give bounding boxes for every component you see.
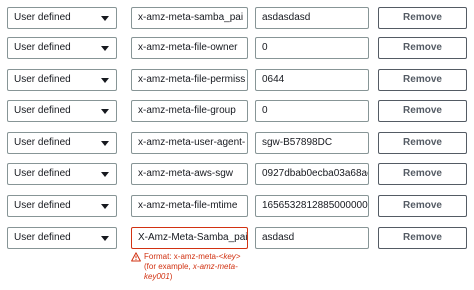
remove-button[interactable]: Remove: [378, 195, 467, 217]
caret-down-icon: [101, 204, 109, 209]
key-input-invalid[interactable]: X-Amz-Meta-Samba_pai: [131, 227, 248, 249]
metadata-row: User defined x-amz-meta-file-owner 0 Rem…: [7, 37, 467, 59]
metadata-row: User defined x-amz-meta-file-permiss 064…: [7, 69, 467, 91]
metadata-row: User defined x-amz-meta-aws-sgw 0927dbab…: [7, 163, 467, 185]
warning-icon: [131, 252, 141, 262]
type-select-value: User defined: [14, 74, 71, 85]
type-select[interactable]: User defined: [7, 100, 117, 122]
caret-down-icon: [101, 46, 109, 51]
type-select-value: User defined: [14, 232, 71, 243]
type-select-value: User defined: [14, 168, 71, 179]
key-input[interactable]: x-amz-meta-file-permiss: [131, 69, 248, 91]
value-input[interactable]: 1656532812885000000: [255, 195, 369, 217]
value-input[interactable]: asdasd: [255, 227, 369, 249]
value-input[interactable]: 0644: [255, 69, 369, 91]
key-input[interactable]: x-amz-meta-file-group: [131, 100, 248, 122]
key-input[interactable]: x-amz-meta-file-mtime: [131, 195, 248, 217]
type-select[interactable]: User defined: [7, 195, 117, 217]
type-select[interactable]: User defined: [7, 132, 117, 154]
type-select[interactable]: User defined: [7, 69, 117, 91]
metadata-row: User defined x-amz-meta-file-mtime 16565…: [7, 195, 467, 217]
error-message: Format: x-amz-meta-<key> (for example, x…: [144, 252, 261, 282]
error-format-label: Format: x-amz-meta-: [144, 252, 219, 261]
type-select-value: User defined: [14, 12, 71, 23]
value-input[interactable]: sgw-B57898DC: [255, 132, 369, 154]
type-select[interactable]: User defined: [7, 163, 117, 185]
caret-down-icon: [101, 78, 109, 83]
remove-button[interactable]: Remove: [378, 7, 467, 29]
metadata-row: User defined X-Amz-Meta-Samba_pai asdasd…: [7, 227, 467, 249]
key-input[interactable]: x-amz-meta-user-agent-: [131, 132, 248, 154]
metadata-row: User defined x-amz-meta-file-group 0 Rem…: [7, 100, 467, 122]
key-input[interactable]: x-amz-meta-file-owner: [131, 37, 248, 59]
error-example-suffix: ): [169, 272, 173, 281]
value-input[interactable]: 0: [255, 37, 369, 59]
value-input[interactable]: 0927dbab0ecba03a68ac: [255, 163, 369, 185]
type-select[interactable]: User defined: [7, 7, 117, 29]
error-example-prefix: (for example,: [144, 262, 193, 271]
caret-down-icon: [101, 236, 109, 241]
remove-button[interactable]: Remove: [378, 227, 467, 249]
remove-button[interactable]: Remove: [378, 37, 467, 59]
remove-button[interactable]: Remove: [378, 100, 467, 122]
caret-down-icon: [101, 16, 109, 21]
value-input[interactable]: 0: [255, 100, 369, 122]
caret-down-icon: [101, 109, 109, 114]
metadata-row: User defined x-amz-meta-samba_pai asdasd…: [7, 7, 467, 29]
type-select-value: User defined: [14, 137, 71, 148]
remove-button[interactable]: Remove: [378, 132, 467, 154]
remove-button[interactable]: Remove: [378, 69, 467, 91]
metadata-editor: User defined x-amz-meta-samba_pai asdasd…: [0, 0, 474, 290]
caret-down-icon: [101, 172, 109, 177]
type-select[interactable]: User defined: [7, 227, 117, 249]
type-select[interactable]: User defined: [7, 37, 117, 59]
metadata-row: User defined x-amz-meta-user-agent- sgw-…: [7, 132, 467, 154]
key-input[interactable]: x-amz-meta-aws-sgw: [131, 163, 248, 185]
type-select-value: User defined: [14, 105, 71, 116]
remove-button[interactable]: Remove: [378, 163, 467, 185]
caret-down-icon: [101, 141, 109, 146]
type-select-value: User defined: [14, 200, 71, 211]
error-format-key: <key>: [218, 252, 241, 261]
key-input[interactable]: x-amz-meta-samba_pai: [131, 7, 248, 29]
type-select-value: User defined: [14, 42, 71, 53]
value-input[interactable]: asdasdasd: [255, 7, 369, 29]
